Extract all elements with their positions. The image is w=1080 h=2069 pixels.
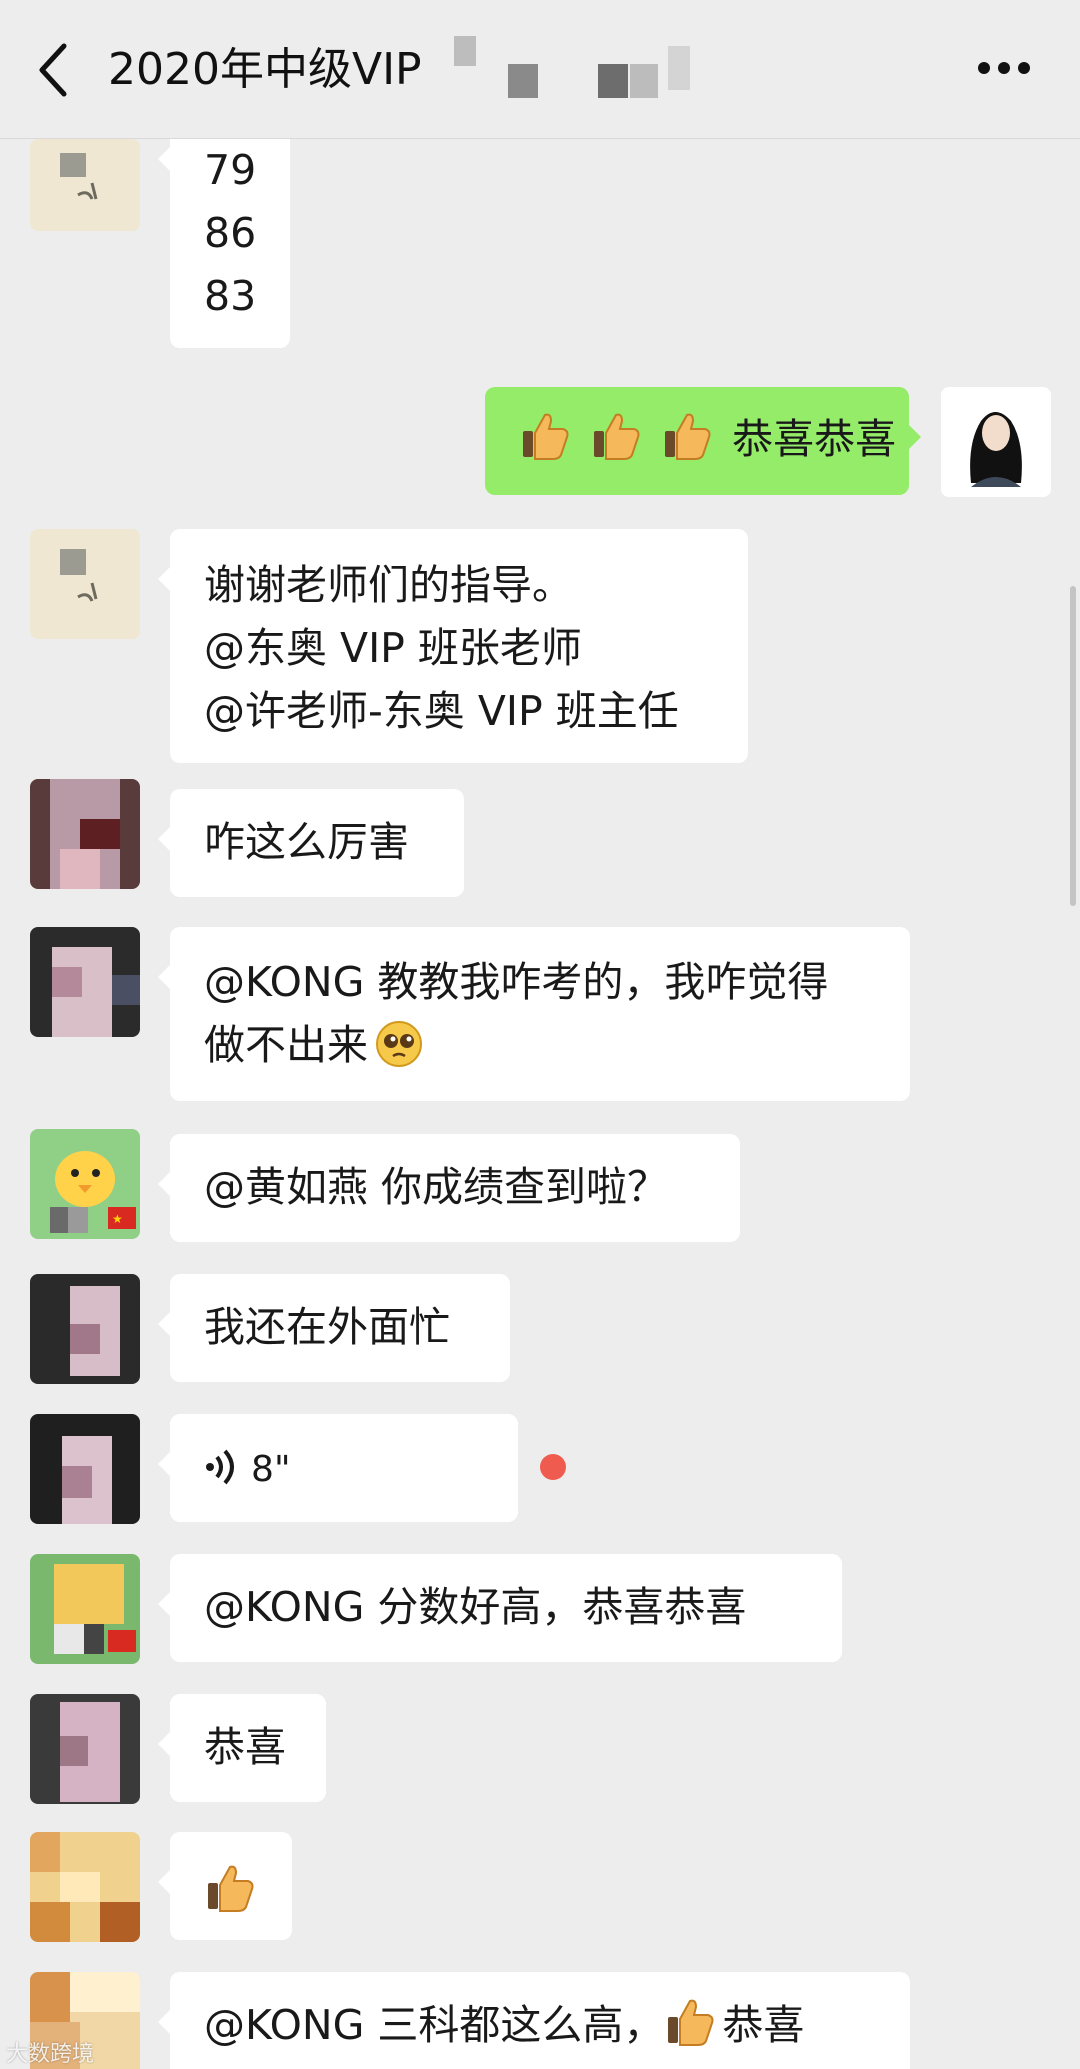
- message-text: 恭喜: [204, 1723, 286, 1771]
- watermark: 大数跨境: [6, 2042, 95, 2067]
- message-text: 79: [204, 146, 257, 194]
- message-text: @许老师-东奥 VIP 班主任: [204, 687, 679, 735]
- message-bubble[interactable]: @KONG 三科都这么高， 恭喜: [158, 1972, 910, 2069]
- chat-title: 2020年中级VIP: [108, 44, 422, 95]
- avatar[interactable]: [30, 779, 140, 889]
- title-redaction-mosaic: [448, 28, 718, 108]
- chevron-left-icon[interactable]: [30, 38, 78, 102]
- avatar-self[interactable]: [941, 387, 1051, 497]
- voice-duration: 8": [251, 1449, 291, 1490]
- thumbs-up-icon: [208, 1865, 254, 1912]
- message-list[interactable]: 79 86 83 恭喜恭喜 谢谢老师们的指导。 @东奥 VIP 班张老师 @许老…: [0, 139, 1080, 2069]
- svg-text:★: ★: [112, 1212, 123, 1226]
- message-bubble[interactable]: 79 86 83: [158, 139, 290, 348]
- thumbs-up-icon: [668, 1999, 714, 2046]
- message-bubble-self[interactable]: 恭喜恭喜: [485, 387, 921, 495]
- voice-message-bubble[interactable]: 8": [158, 1414, 518, 1522]
- avatar[interactable]: [30, 1694, 140, 1804]
- chat-header: 2020年中级VIP: [0, 0, 1080, 139]
- message-text: 83: [204, 272, 257, 320]
- more-dots-icon[interactable]: [976, 56, 1032, 80]
- message-text: 86: [204, 209, 257, 257]
- avatar[interactable]: [30, 1274, 140, 1384]
- thumbs-up-icon: [665, 413, 711, 460]
- avatar[interactable]: [30, 1832, 140, 1942]
- unread-dot: [540, 1454, 566, 1480]
- message-bubble[interactable]: 我还在外面忙: [158, 1274, 510, 1382]
- message-text: @东奥 VIP 班张老师: [204, 624, 582, 672]
- message-text: @KONG 教教我咋考的，我咋觉得: [204, 958, 829, 1006]
- avatar[interactable]: ★: [30, 1129, 140, 1239]
- message-text: 咋这么厉害: [204, 818, 409, 866]
- message-bubble[interactable]: 咋这么厉害: [158, 789, 464, 897]
- message-text: @KONG 三科都这么高，: [204, 2001, 665, 2049]
- message-bubble[interactable]: @黄如燕 你成绩查到啦？: [158, 1134, 740, 1242]
- message-text: 我还在外面忙: [204, 1303, 450, 1351]
- avatar[interactable]: [30, 139, 140, 231]
- message-bubble[interactable]: [158, 1832, 292, 1940]
- message-text: 恭喜恭喜: [732, 415, 897, 463]
- avatar[interactable]: [30, 927, 140, 1037]
- message-bubble[interactable]: @KONG 分数好高，恭喜恭喜: [158, 1554, 842, 1662]
- avatar[interactable]: [30, 529, 140, 639]
- pleading-face-icon: [376, 1021, 422, 1067]
- message-text: 恭喜: [722, 2001, 805, 2049]
- scrollbar[interactable]: [1070, 586, 1076, 906]
- message-bubble[interactable]: 谢谢老师们的指导。 @东奥 VIP 班张老师 @许老师-东奥 VIP 班主任: [158, 529, 748, 763]
- message-text: 做不出来: [204, 1021, 368, 1069]
- thumbs-up-icon: [594, 413, 640, 460]
- voice-wave-icon: [206, 1449, 234, 1485]
- message-bubble[interactable]: 恭喜: [158, 1694, 326, 1802]
- message-bubble[interactable]: @KONG 教教我咋考的，我咋觉得 做不出来: [158, 927, 910, 1101]
- thumbs-up-icon: [523, 413, 569, 460]
- message-text: 谢谢老师们的指导。: [204, 561, 573, 609]
- avatar[interactable]: [30, 1554, 140, 1664]
- message-text: @黄如燕 你成绩查到啦？: [204, 1163, 669, 1211]
- avatar[interactable]: [30, 1414, 140, 1524]
- message-text: @KONG 分数好高，恭喜恭喜: [204, 1583, 747, 1631]
